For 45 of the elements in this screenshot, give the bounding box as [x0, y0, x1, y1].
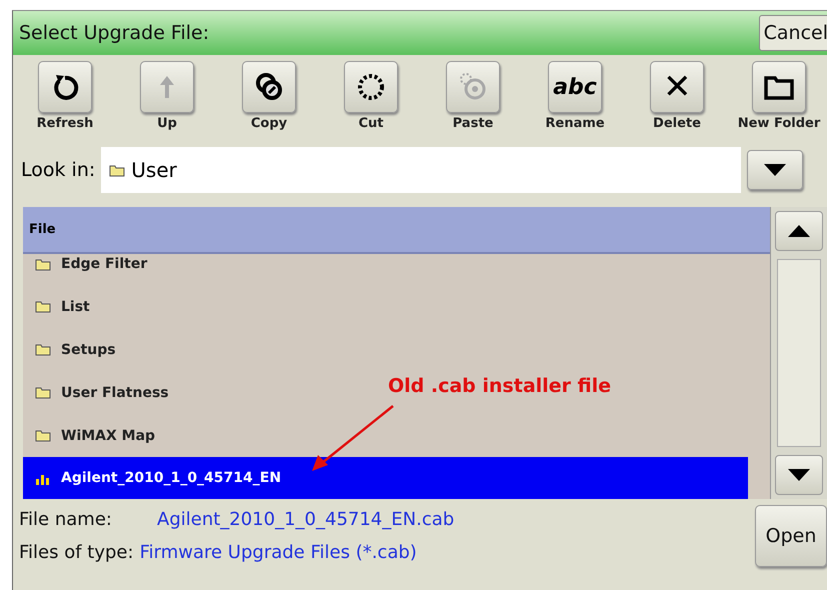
file-row[interactable]: List [23, 285, 98, 328]
folder-icon [35, 429, 51, 442]
file-name-label: File name: [19, 509, 113, 530]
toolbar-label: Rename [545, 116, 605, 131]
up-caret-icon [788, 225, 810, 237]
folder-icon [35, 343, 51, 356]
scroll-thumb[interactable] [777, 259, 821, 447]
scroll-bar[interactable] [770, 207, 827, 499]
caret-icon [764, 164, 786, 176]
scroll-down-button[interactable] [775, 455, 823, 495]
column-header[interactable]: File [23, 207, 770, 254]
toolbar-label: Refresh [36, 116, 94, 131]
down-caret-icon [788, 469, 810, 481]
look-in-field[interactable]: User [101, 147, 741, 193]
toolbar-label: Cut [358, 116, 384, 131]
scroll-up-button[interactable] [775, 211, 823, 251]
window-title: Select Upgrade File: [19, 22, 210, 44]
file-row[interactable]: Edge Filter [23, 254, 156, 274]
toolbar-label: Up [157, 116, 177, 131]
file-type-field[interactable]: Firmware Upgrade Files (*.cab) [140, 542, 417, 563]
toolbar-label: Paste [452, 116, 494, 131]
toolbar-button[interactable] [242, 61, 296, 113]
toolbar-label: Delete [653, 116, 701, 131]
file-type-label: Files of type: [19, 542, 134, 563]
dropdown-button[interactable] [747, 150, 803, 190]
cancel-button[interactable]: Cancel [758, 15, 827, 51]
toolbar-label: New Folder [738, 116, 820, 131]
toolbar-button[interactable] [344, 61, 398, 113]
file-row[interactable]: User Flatness [23, 371, 177, 414]
file-name-field[interactable]: Agilent_2010_1_0_45714_EN.cab [157, 509, 454, 530]
file-row[interactable]: Agilent_2010_1_0_45714_EN [23, 457, 748, 499]
folder-icon [35, 258, 51, 270]
toolbar-button[interactable]: ✕ [650, 61, 704, 113]
annotation-text: Old .cab installer file [388, 375, 612, 397]
file-row[interactable]: WiMAX Map [23, 414, 164, 457]
toolbar-label: Copy [250, 116, 288, 131]
folder-icon [109, 164, 126, 176]
look-in-label: Look in: [21, 159, 96, 181]
toolbar-button[interactable] [752, 61, 806, 113]
toolbar-button[interactable]: abc [548, 61, 602, 113]
folder-icon [35, 300, 51, 313]
file-row[interactable]: Setups [23, 328, 124, 371]
toolbar-button[interactable] [38, 61, 92, 113]
folder-icon [35, 386, 51, 399]
open-button[interactable]: Open [755, 505, 827, 567]
